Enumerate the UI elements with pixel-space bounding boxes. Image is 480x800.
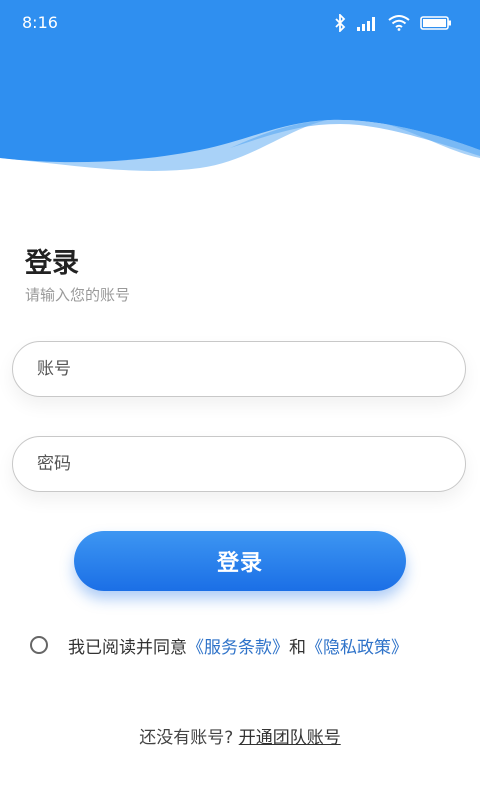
bluetooth-icon	[335, 14, 346, 32]
wifi-icon	[388, 15, 410, 31]
page-subtitle: 请输入您的账号	[25, 286, 131, 304]
open-team-account-link[interactable]: 开通团队账号	[239, 728, 341, 748]
status-time: 8:16	[22, 13, 58, 32]
signal-icon	[357, 17, 375, 31]
account-field[interactable]	[12, 341, 466, 397]
status-icons	[334, 12, 452, 34]
agreement-text: 我已阅读并同意	[68, 637, 187, 658]
password-field[interactable]	[12, 436, 466, 492]
privacy-policy-link[interactable]: 《隐私政策》	[306, 633, 408, 658]
agreement-and: 和	[289, 637, 306, 658]
agreement-row: 我已阅读并同意 《服务条款》 和 《隐私政策》	[30, 630, 408, 660]
page-title: 登录	[25, 248, 79, 279]
footer: 还没有账号? 开通团队账号	[0, 723, 480, 748]
password-input[interactable]	[13, 437, 465, 491]
battery-icon	[420, 16, 451, 30]
login-button[interactable]: 登录	[74, 531, 406, 591]
no-account-prompt: 还没有账号?	[139, 728, 234, 748]
status-bar: 8:16	[0, 0, 480, 46]
agree-radio[interactable]	[30, 636, 48, 654]
service-terms-link[interactable]: 《服务条款》	[187, 633, 289, 658]
account-input[interactable]	[13, 342, 465, 396]
